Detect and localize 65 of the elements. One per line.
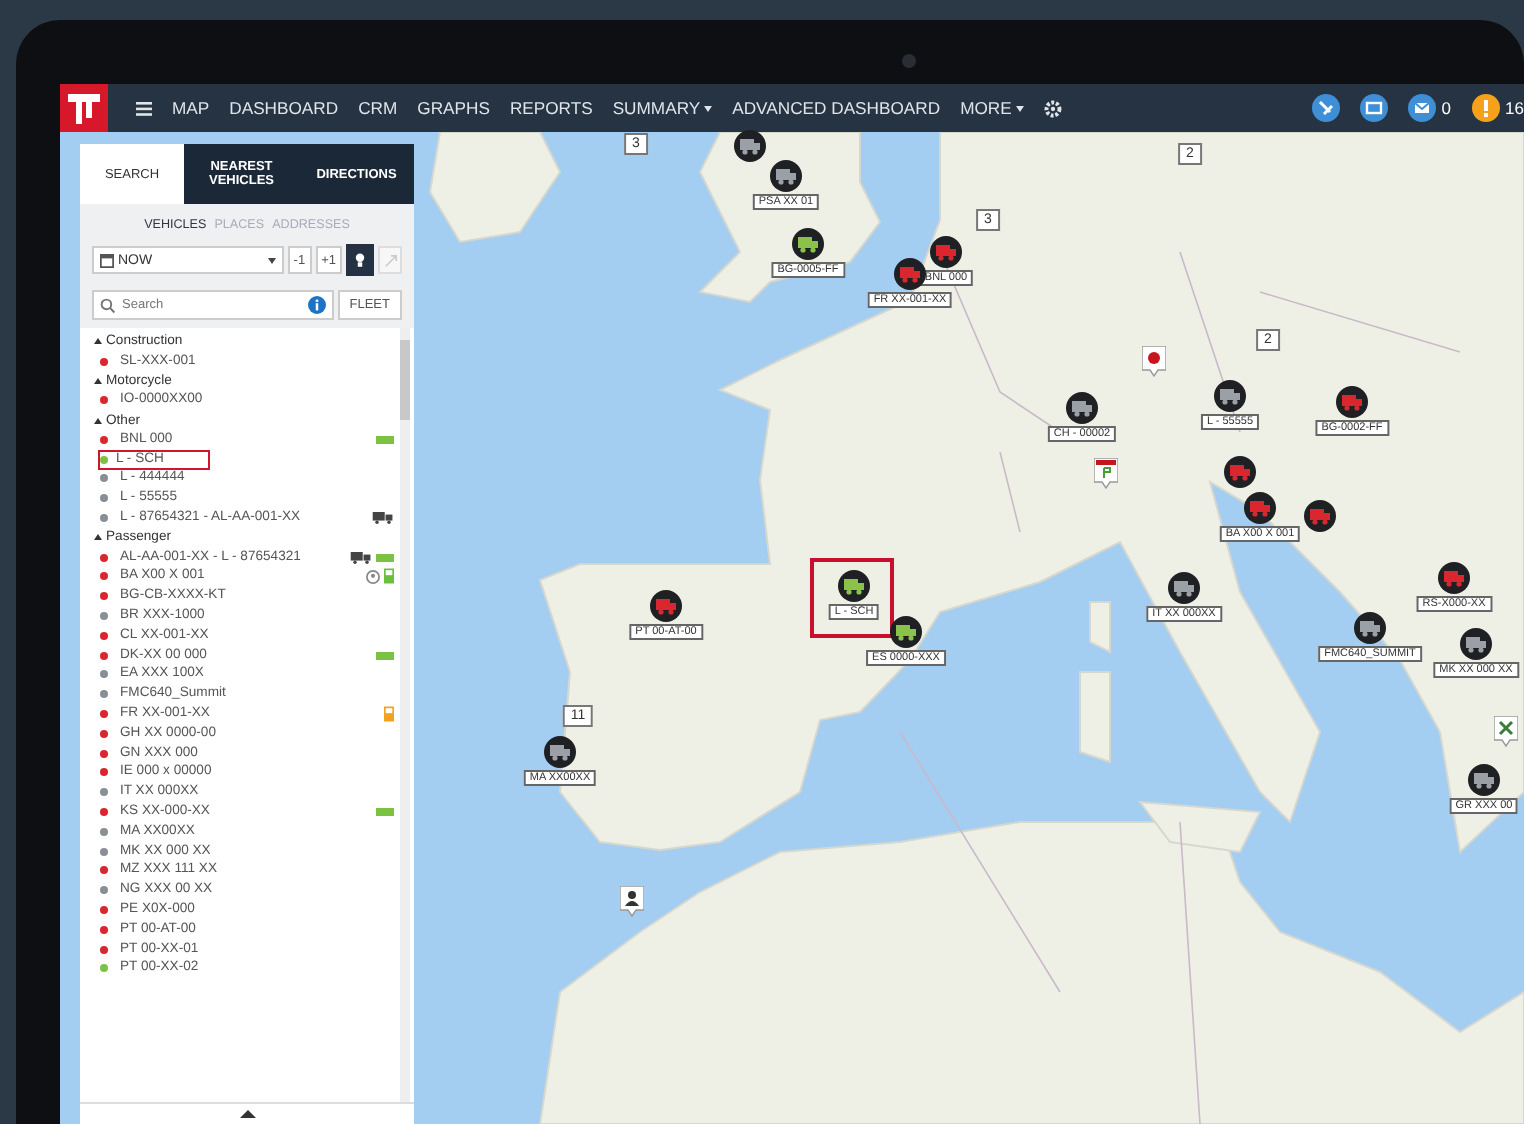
arrow-icon xyxy=(383,253,397,267)
tv-icon[interactable] xyxy=(1359,94,1388,122)
caret-icon xyxy=(267,257,276,263)
expand-arrow-icon[interactable] xyxy=(94,338,102,345)
vehicle-marker-icon[interactable] xyxy=(1460,628,1492,660)
camera-icon xyxy=(902,54,916,68)
truck-icon xyxy=(372,512,394,525)
vehicle-marker-icon[interactable] xyxy=(894,258,926,290)
nav-menu-item[interactable]: DASHBOARD xyxy=(229,98,339,118)
vehicle-marker-icon[interactable] xyxy=(1244,492,1276,524)
expand-arrow-icon[interactable] xyxy=(94,377,102,384)
nav-menu-item[interactable]: REPORTS xyxy=(509,98,593,118)
location-pin-icon[interactable] xyxy=(1494,716,1518,748)
calendar-icon xyxy=(100,253,114,267)
battery-icon xyxy=(384,568,394,585)
vehicle-marker-icon[interactable] xyxy=(1336,386,1368,418)
nav-menu-item[interactable]: CRM xyxy=(358,98,398,118)
info-icon[interactable] xyxy=(307,296,326,314)
expand-arrow-icon[interactable] xyxy=(94,417,102,424)
search-icon xyxy=(100,297,116,313)
menu-icon[interactable] xyxy=(136,101,152,115)
island-drawing xyxy=(1089,601,1111,654)
vehicle-marker-icon[interactable] xyxy=(1224,456,1256,488)
expand-arrow-icon[interactable] xyxy=(94,534,102,541)
vehicle-marker-icon[interactable] xyxy=(1438,562,1470,594)
nav-menu-item[interactable]: ADVANCED DASHBOARD xyxy=(732,98,941,118)
vehicle-marker-icon[interactable] xyxy=(770,160,802,192)
vehicle-marker-icon[interactable] xyxy=(792,228,824,260)
vehicle-marker-icon[interactable] xyxy=(734,130,766,162)
message-count: 0 xyxy=(1441,98,1452,118)
status-tag-icon xyxy=(376,435,394,444)
nav-menu-item[interactable]: MAP xyxy=(172,98,210,118)
alert-icon[interactable] xyxy=(1471,94,1500,122)
scrollbar[interactable] xyxy=(400,328,410,1102)
vehicle-marker-icon[interactable] xyxy=(1168,572,1200,604)
alert-count: 16 xyxy=(1505,98,1524,118)
status-tag-icon xyxy=(376,553,394,562)
pin-icon xyxy=(354,252,366,268)
collapse-arrow-icon[interactable] xyxy=(239,1110,255,1118)
location-pin-icon[interactable] xyxy=(1094,458,1118,490)
vehicle-marker-icon[interactable] xyxy=(838,570,870,602)
battery-icon xyxy=(384,706,394,723)
vehicle-marker-icon[interactable] xyxy=(544,736,576,768)
location-pin-icon[interactable] xyxy=(1142,346,1166,378)
vehicle-marker-icon[interactable] xyxy=(1304,500,1336,532)
scrollbar-thumb[interactable] xyxy=(400,340,410,420)
satellite-icon[interactable] xyxy=(1311,94,1340,122)
nav-menu-item[interactable]: GRAPHS xyxy=(417,98,490,118)
status-tag-icon xyxy=(376,651,394,660)
status-tag-icon xyxy=(376,808,394,817)
vehicle-marker-icon[interactable] xyxy=(890,616,922,648)
truck-icon xyxy=(350,551,372,564)
vehicle-marker-icon[interactable] xyxy=(650,590,682,622)
vehicle-marker-icon[interactable] xyxy=(930,236,962,268)
nav-menu-item[interactable]: MORE xyxy=(960,98,1024,118)
vehicle-marker-icon[interactable] xyxy=(1214,380,1246,412)
logo-icon xyxy=(60,84,108,132)
mail-icon[interactable] xyxy=(1407,94,1436,122)
nav-menu-item[interactable]: SUMMARY xyxy=(612,98,713,118)
vehicle-marker-icon[interactable] xyxy=(1354,612,1386,644)
vehicle-marker-icon[interactable] xyxy=(1468,764,1500,796)
settings-icon[interactable] xyxy=(1043,99,1062,117)
person-pin-icon[interactable] xyxy=(620,886,644,918)
vehicle-marker-icon[interactable] xyxy=(1066,392,1098,424)
pin-toggle-button[interactable] xyxy=(346,244,374,276)
